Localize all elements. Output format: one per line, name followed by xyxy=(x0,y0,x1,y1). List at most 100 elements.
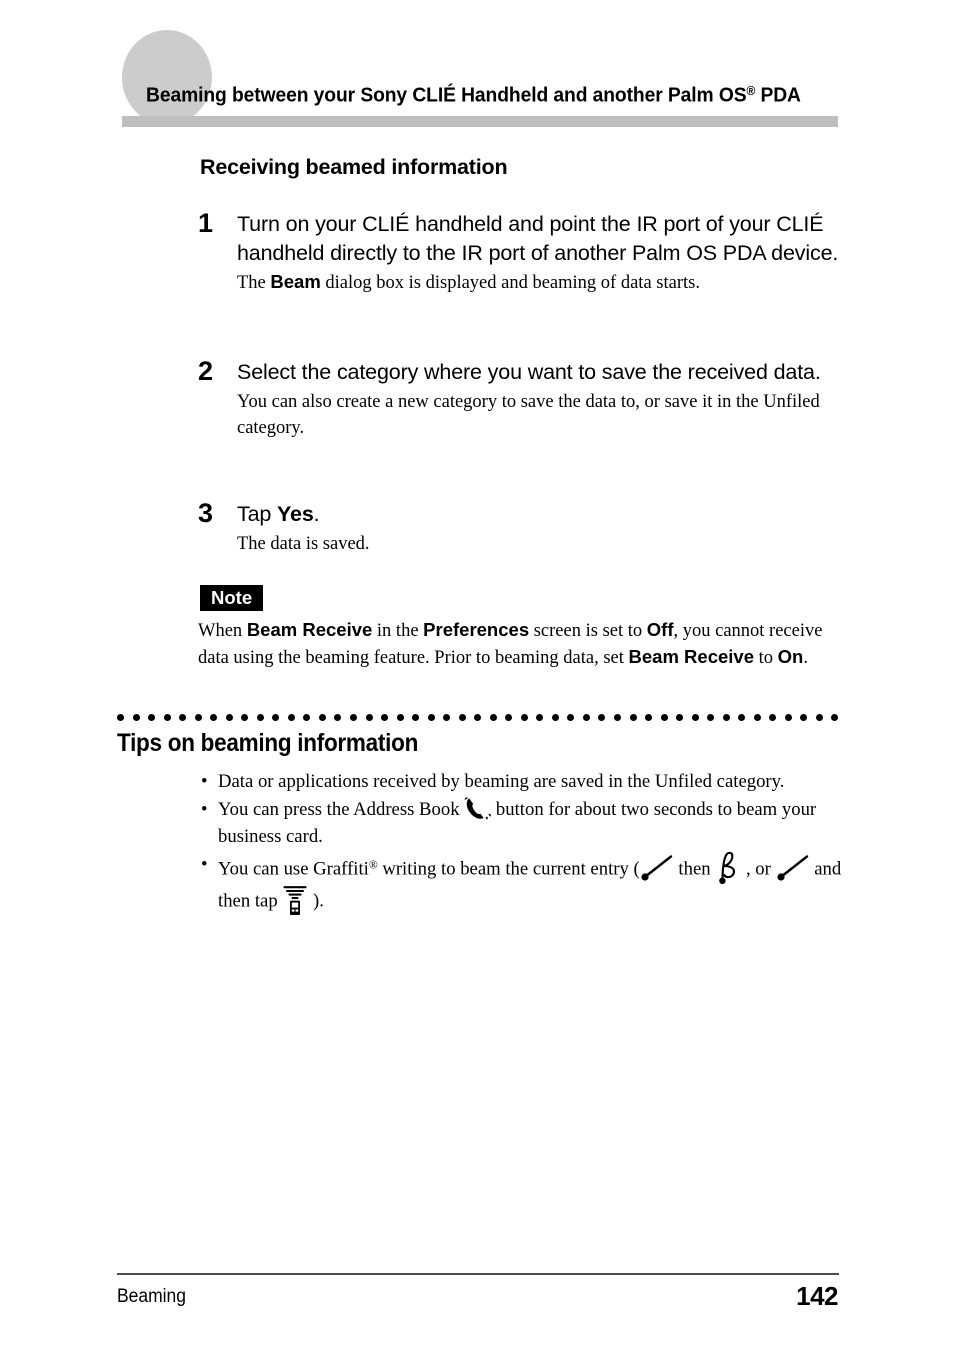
divider-dot xyxy=(815,713,823,721)
divider-dot xyxy=(179,713,187,721)
header-decorative-bar xyxy=(122,116,838,127)
tips-list: • Data or applications received by beamin… xyxy=(198,768,846,917)
dotted-divider xyxy=(117,713,839,721)
list-item: • You can use Graffiti® writing to beam t… xyxy=(198,851,846,916)
tip-text-pre: You can use Graffiti xyxy=(218,858,369,880)
divider-dot xyxy=(769,713,777,721)
step-sub-pre: The data is saved. xyxy=(237,533,370,554)
divider-dot xyxy=(458,713,466,721)
step-sub-text: The data is saved. xyxy=(237,531,843,557)
note-b3: Off xyxy=(646,619,674,640)
note-text: When Beam Receive in the Preferences scr… xyxy=(198,617,844,671)
divider-dot xyxy=(831,713,839,721)
step-sub-pre: The xyxy=(237,273,271,293)
graffiti-stroke-icon xyxy=(776,854,810,882)
divider-dot xyxy=(163,713,171,721)
step-number: 3 xyxy=(198,498,214,528)
divider-dot xyxy=(148,713,156,721)
step-main-pre: Tap xyxy=(237,502,278,526)
divider-dot xyxy=(691,713,699,721)
divider-dot xyxy=(303,713,311,721)
step-number: 2 xyxy=(198,356,214,386)
tips-heading: Tips on beaming information xyxy=(117,729,419,757)
divider-dot xyxy=(582,713,590,721)
divider-dot xyxy=(784,713,792,721)
divider-dot xyxy=(132,713,140,721)
list-item: • Data or applications received by beamin… xyxy=(198,768,846,795)
graffiti-b-stroke-icon xyxy=(715,851,741,884)
divider-dot xyxy=(272,713,280,721)
divider-dot xyxy=(210,713,218,721)
step-number: 1 xyxy=(198,208,214,238)
step-sub-bold: Beam xyxy=(270,271,321,292)
divider-dot xyxy=(629,713,637,721)
divider-dot xyxy=(536,713,544,721)
header-title-registered-mark: ® xyxy=(746,83,756,98)
divider-dot xyxy=(474,713,482,721)
note-b5: On xyxy=(777,646,804,667)
section-heading: Receiving beamed information xyxy=(200,155,508,179)
divider-dot xyxy=(334,713,342,721)
header-title: Beaming between your Sony CLIÉ Handheld … xyxy=(146,83,801,107)
step-sub-text: The Beam dialog box is displayed and bea… xyxy=(237,269,843,296)
note-p3: screen is set to xyxy=(529,621,647,641)
note-p1: When xyxy=(198,621,247,641)
tip-text: Data or applications received by beaming… xyxy=(218,771,785,792)
divider-dot xyxy=(225,713,233,721)
beam-device-icon xyxy=(282,884,308,916)
step-body: Turn on your CLIÉ handheld and point the… xyxy=(237,210,843,296)
footer-divider xyxy=(117,1273,839,1275)
divider-dot xyxy=(381,713,389,721)
divider-dot xyxy=(520,713,528,721)
note-p5: to xyxy=(754,648,778,668)
header-title-main: Beaming between your Sony CLIÉ Handheld … xyxy=(146,83,747,107)
tip-text-mid1: writing to beam the current entry ( xyxy=(377,858,640,880)
list-item: • You can press the Address Book button f… xyxy=(198,796,846,850)
tip-text-post: ). xyxy=(308,890,324,912)
tip-text-pre: You can press the Address Book xyxy=(218,799,465,820)
divider-dot xyxy=(489,713,497,721)
step-main-text: Select the category where you want to sa… xyxy=(237,360,821,384)
divider-dot xyxy=(396,713,404,721)
header-decorative-circle xyxy=(122,30,212,125)
note-p6: . xyxy=(803,648,808,668)
tip-text-mid2: then xyxy=(673,858,716,880)
divider-dot xyxy=(194,713,202,721)
divider-dot xyxy=(505,713,513,721)
divider-dot xyxy=(800,713,808,721)
divider-dot xyxy=(287,713,295,721)
divider-dot xyxy=(365,713,373,721)
divider-dot xyxy=(443,713,451,721)
step-body: Select the category where you want to sa… xyxy=(237,358,843,441)
step-sub-text: You can also create a new category to sa… xyxy=(237,389,843,441)
step-main-text: Turn on your CLIÉ handheld and point the… xyxy=(237,212,839,265)
note-badge: Note xyxy=(200,585,264,612)
header-title-tail: PDA xyxy=(755,83,801,107)
bullet-icon: • xyxy=(201,854,208,875)
step-item-3: 3 Tap Yes. The data is saved. xyxy=(198,500,843,557)
divider-dot xyxy=(614,713,621,721)
step-item-1: 1 Turn on your CLIÉ handheld and point t… xyxy=(198,210,843,296)
bullet-icon: • xyxy=(201,771,208,792)
note-b4: Beam Receive xyxy=(628,646,754,667)
step-body: Tap Yes. The data is saved. xyxy=(237,500,843,557)
note-p2: in the xyxy=(372,621,424,641)
bullet-icon: • xyxy=(201,799,208,820)
divider-dot xyxy=(722,713,730,721)
step-main-bold: Yes xyxy=(277,502,314,526)
divider-dot xyxy=(349,713,357,721)
divider-dot xyxy=(241,713,249,721)
divider-dot xyxy=(707,713,715,721)
divider-dot xyxy=(676,713,684,721)
divider-dot xyxy=(427,713,435,721)
note-b1: Beam Receive xyxy=(246,619,373,640)
divider-dot xyxy=(738,713,746,721)
step-sub-post: dialog box is displayed and beaming of d… xyxy=(320,273,700,293)
divider-dot xyxy=(412,713,420,721)
step-sub-pre: You can also create a new category to sa… xyxy=(237,391,820,438)
step-main-text: Tap Yes. xyxy=(237,500,843,529)
divider-dot xyxy=(551,713,559,721)
divider-dot xyxy=(567,713,575,721)
divider-dot xyxy=(256,713,264,721)
page-header: Beaming between your Sony CLIÉ Handheld … xyxy=(0,0,954,135)
